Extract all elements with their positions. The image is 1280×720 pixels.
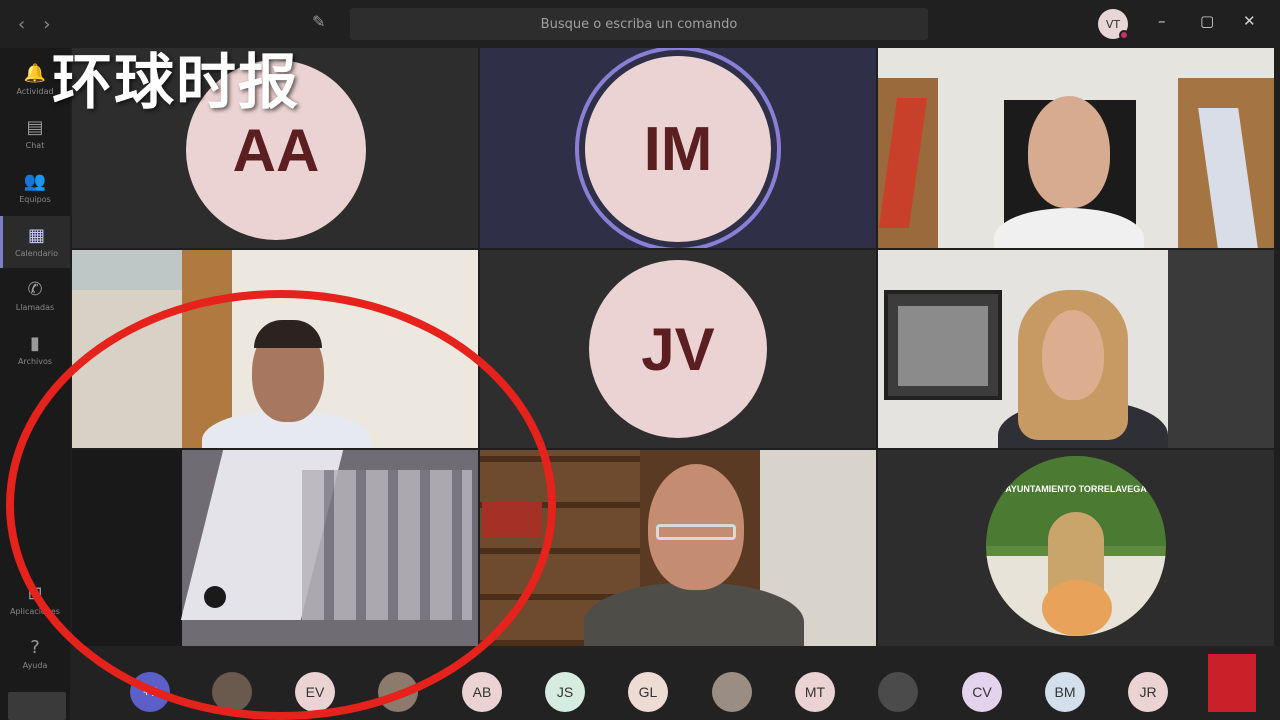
tile-video-man[interactable]	[72, 250, 478, 448]
rail-item-label: Equipos	[19, 195, 51, 204]
logo-text: AYUNTAMIENTO TORRELAVEGA	[1005, 484, 1147, 494]
participant-initials: JV	[589, 260, 767, 438]
rail-item-label: Chat	[25, 141, 45, 150]
teams-icon: 👥	[23, 171, 47, 192]
participant-avatar[interactable]: BM	[1045, 672, 1085, 712]
rail-item-label: Actividad	[16, 87, 54, 96]
search-placeholder: Busque o escriba un comando	[540, 16, 738, 32]
app-rail: 🔔 Actividad ▤ Chat 👥 Equipos ▦ Calendari…	[0, 48, 70, 720]
tile-video-bald-man[interactable]	[480, 450, 876, 646]
more-participants-button[interactable]: +7	[130, 672, 170, 712]
presence-dot	[1119, 30, 1129, 40]
tile-jv[interactable]: JV	[480, 250, 876, 448]
participant-avatar[interactable]: JS	[545, 672, 585, 712]
person-head	[1042, 310, 1104, 400]
help-icon: ?	[30, 637, 40, 658]
close-button[interactable]: ✕	[1243, 12, 1256, 30]
participant-avatar[interactable]: GL	[628, 672, 668, 712]
blurred-keys	[302, 470, 472, 620]
logo-emblem	[1042, 580, 1112, 636]
rail-item-label: Llamadas	[15, 303, 55, 312]
participant-avatar-photo[interactable]	[712, 672, 752, 712]
person-head	[1028, 96, 1110, 208]
tile-video-blurred[interactable]	[72, 450, 478, 646]
logo-circle: AYUNTAMIENTO TORRELAVEGA	[986, 456, 1166, 636]
bell-icon: 🔔	[23, 63, 47, 84]
participant-avatar-photo[interactable]	[378, 672, 418, 712]
tile-im[interactable]: IM	[480, 48, 876, 248]
rail-item-calendar[interactable]: ▦ Calendario	[0, 216, 70, 268]
participant-avatar-photo[interactable]	[878, 672, 918, 712]
tile-video-speaker[interactable]	[878, 48, 1274, 248]
device-button[interactable]	[8, 692, 66, 720]
search-input[interactable]: Busque o escriba un comando	[350, 8, 928, 40]
rail-item-apps[interactable]: ⊞ Aplicaciones	[0, 574, 70, 626]
glasses	[656, 524, 736, 540]
phone-icon: ✆	[27, 279, 43, 300]
channel-logo	[1208, 654, 1256, 712]
tile-logo[interactable]: AYUNTAMIENTO TORRELAVEGA	[878, 450, 1274, 646]
participant-avatar[interactable]: EV	[295, 672, 335, 712]
participant-avatar[interactable]: MT	[795, 672, 835, 712]
rail-item-files[interactable]: ▮ Archivos	[0, 324, 70, 376]
blurred-dot	[204, 586, 226, 608]
back-arrow-icon[interactable]: ‹	[18, 14, 25, 35]
video-grid: AA IM JV AYUNTAMIENTO TORRELAVEGA	[72, 48, 1274, 646]
maximize-button[interactable]: ▢	[1200, 12, 1214, 30]
rail-item-calls[interactable]: ✆ Llamadas	[0, 270, 70, 322]
participant-avatar-photo[interactable]	[212, 672, 252, 712]
rail-item-label: Aplicaciones	[10, 607, 60, 616]
rail-item-teams[interactable]: 👥 Equipos	[0, 162, 70, 214]
tile-video-woman[interactable]	[878, 250, 1274, 448]
compose-icon[interactable]: ✎	[312, 12, 332, 32]
participant-avatar[interactable]: AB	[462, 672, 502, 712]
books	[482, 502, 542, 538]
minimize-button[interactable]: –	[1158, 12, 1166, 30]
rail-item-help[interactable]: ? Ayuda	[0, 628, 70, 680]
participant-avatar[interactable]: CV	[962, 672, 1002, 712]
rail-item-label: Calendario	[14, 249, 59, 258]
rail-item-label: Archivos	[17, 357, 53, 366]
chat-icon: ▤	[26, 117, 44, 138]
calendar-icon: ▦	[27, 225, 45, 246]
files-icon: ▮	[30, 333, 40, 354]
nav-arrows: ‹ ›	[18, 14, 50, 35]
participant-avatar[interactable]: JR	[1128, 672, 1168, 712]
user-initials: VT	[1105, 17, 1121, 31]
participant-bar	[70, 646, 1280, 720]
watermark-logo: 环球时报	[52, 48, 300, 118]
photo-content	[898, 306, 988, 386]
participant-initials: IM	[585, 56, 771, 242]
rail-item-label: Ayuda	[22, 661, 48, 670]
apps-icon: ⊞	[27, 583, 43, 604]
user-avatar[interactable]: VT	[1098, 9, 1129, 40]
forward-arrow-icon[interactable]: ›	[43, 14, 50, 35]
shelf	[1168, 250, 1274, 448]
